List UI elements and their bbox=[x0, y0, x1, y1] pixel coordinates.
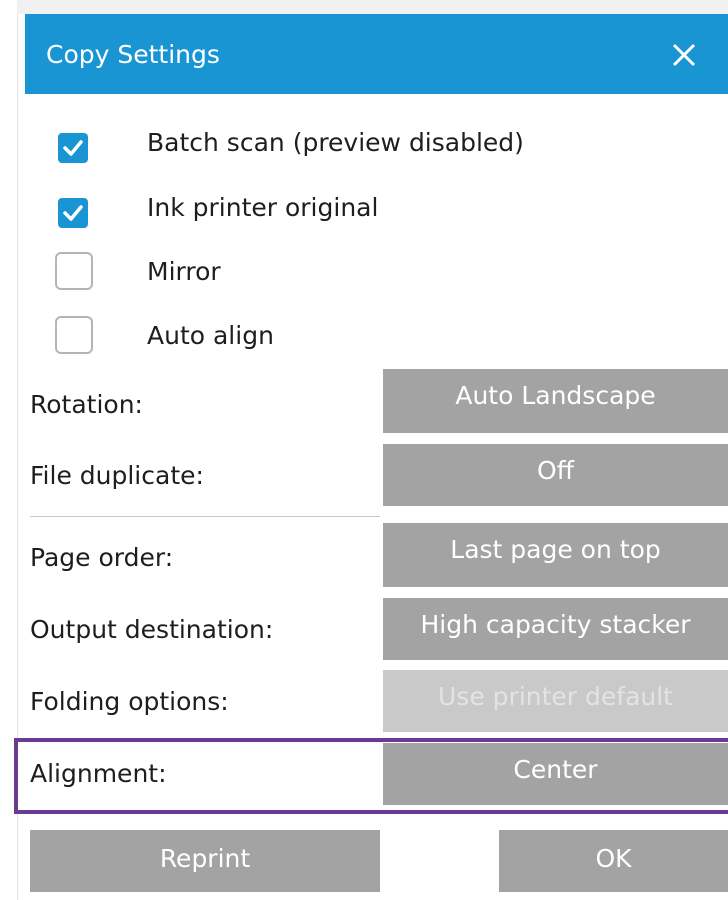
checkbox-row-batch-scan[interactable]: Batch scan (preview disabled) bbox=[55, 121, 655, 165]
checkmark-icon bbox=[63, 205, 83, 221]
mirror-label: Mirror bbox=[147, 257, 221, 286]
dialog-top-edge bbox=[17, 0, 728, 14]
mirror-checkbox[interactable] bbox=[55, 252, 93, 290]
rotation-dropdown[interactable]: Auto Landscape bbox=[383, 369, 728, 433]
checkbox-row-mirror[interactable]: Mirror bbox=[55, 250, 655, 294]
alignment-highlight-box bbox=[14, 738, 728, 814]
reprint-button[interactable]: Reprint bbox=[30, 830, 380, 892]
auto-align-label: Auto align bbox=[147, 321, 274, 350]
page-order-value: Last page on top bbox=[450, 535, 661, 564]
folding-options-dropdown[interactable]: Use printer default bbox=[383, 670, 728, 732]
ink-printer-original-checkbox[interactable] bbox=[58, 198, 88, 228]
title-bar: Copy Settings bbox=[25, 14, 728, 94]
batch-scan-checkbox[interactable] bbox=[58, 133, 88, 163]
file-duplicate-dropdown[interactable]: Off bbox=[383, 444, 728, 506]
checkbox-row-ink-printer[interactable]: Ink printer original bbox=[55, 186, 655, 230]
output-destination-value: High capacity stacker bbox=[420, 610, 691, 639]
output-destination-dropdown[interactable]: High capacity stacker bbox=[383, 598, 728, 660]
checkbox-row-auto-align[interactable]: Auto align bbox=[55, 314, 655, 358]
page-order-dropdown[interactable]: Last page on top bbox=[383, 523, 728, 587]
output-destination-label: Output destination: bbox=[30, 615, 274, 644]
page-order-label: Page order: bbox=[30, 543, 174, 572]
section-divider bbox=[30, 516, 380, 517]
ink-printer-original-label: Ink printer original bbox=[147, 193, 379, 222]
dialog-title: Copy Settings bbox=[46, 40, 220, 69]
ok-button[interactable]: OK bbox=[499, 830, 728, 892]
rotation-label: Rotation: bbox=[30, 390, 143, 419]
close-button[interactable] bbox=[667, 38, 701, 72]
folding-options-label: Folding options: bbox=[30, 687, 229, 716]
batch-scan-label: Batch scan (preview disabled) bbox=[147, 128, 524, 157]
file-duplicate-label: File duplicate: bbox=[30, 461, 204, 490]
rotation-value: Auto Landscape bbox=[455, 381, 656, 410]
auto-align-checkbox[interactable] bbox=[55, 316, 93, 354]
folding-options-value: Use printer default bbox=[438, 682, 673, 711]
close-icon bbox=[672, 43, 696, 67]
file-duplicate-value: Off bbox=[537, 456, 574, 485]
checkmark-icon bbox=[63, 140, 83, 156]
